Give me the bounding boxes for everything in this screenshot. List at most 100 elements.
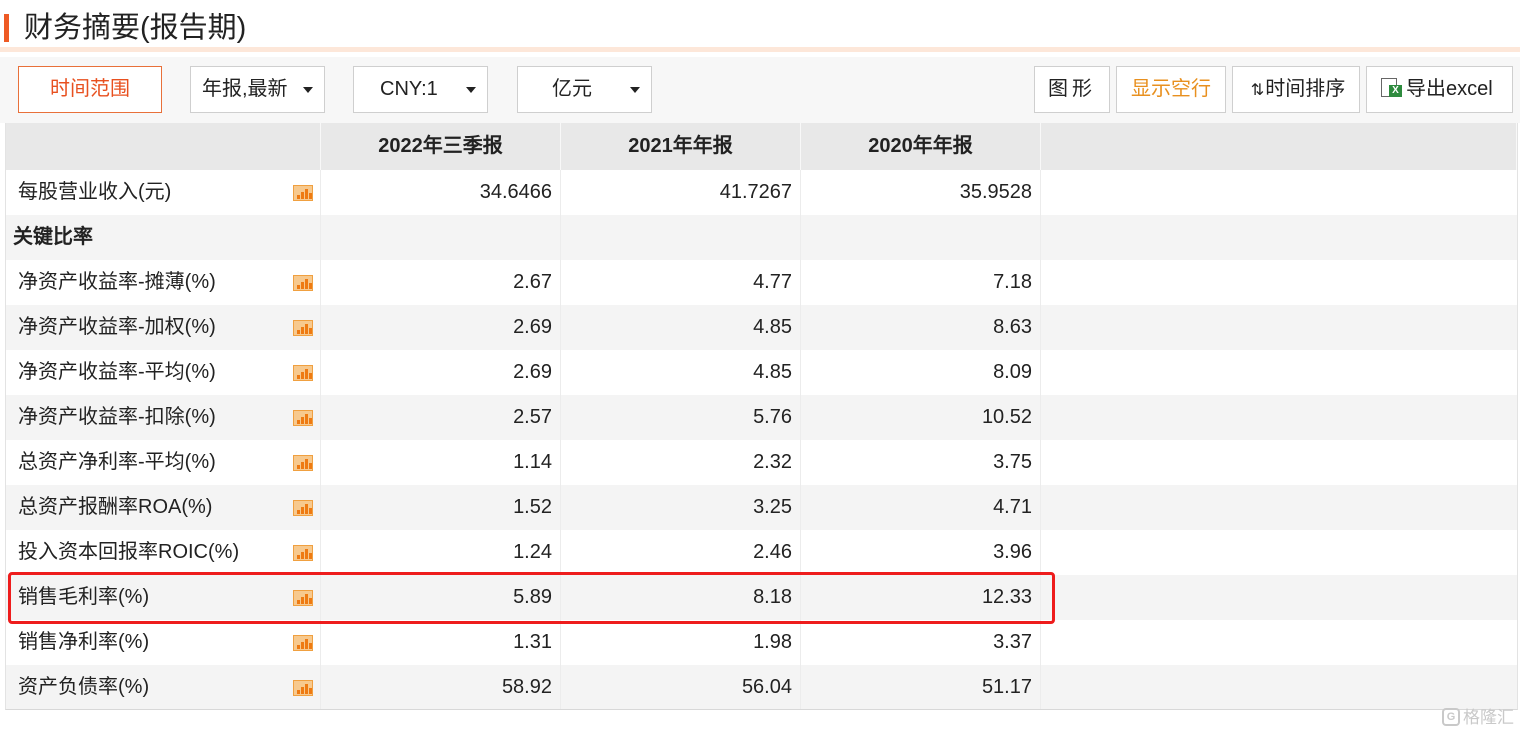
metric-name: 总资产净利率-平均(%): [6, 440, 321, 485]
value-cell: 1.52: [321, 485, 561, 530]
value-cell: 3.75: [801, 440, 1041, 485]
chevron-down-icon: [303, 87, 313, 93]
value-cell: 4.71: [801, 485, 1041, 530]
value-cell: 10.52: [801, 395, 1041, 440]
excel-icon: X: [1381, 78, 1403, 98]
table-row: 销售净利率(%) 1.31 1.98 3.37: [6, 620, 1517, 665]
section-header-row: 关键比率: [6, 215, 1517, 260]
metric-name: 净资产收益率-平均(%): [6, 350, 321, 395]
value-cell: 1.31: [321, 620, 561, 665]
table-row: 总资产报酬率ROA(%) 1.52 3.25 4.71: [6, 485, 1517, 530]
bar-chart-icon[interactable]: [293, 410, 313, 426]
table-row: 投入资本回报率ROIC(%) 1.24 2.46 3.96: [6, 530, 1517, 575]
filler-cell: [1041, 395, 1517, 440]
table-row: 净资产收益率-扣除(%) 2.57 5.76 10.52: [6, 395, 1517, 440]
column-header[interactable]: 2022年三季报: [321, 123, 561, 170]
filler-cell: [1041, 440, 1517, 485]
currency-dropdown[interactable]: CNY:1: [353, 66, 488, 113]
watermark: G 格隆汇: [1442, 707, 1514, 729]
metric-name: 净资产收益率-扣除(%): [6, 395, 321, 440]
export-excel-button[interactable]: X 导出excel: [1366, 66, 1513, 113]
table-row: 净资产收益率-摊薄(%) 2.67 4.77 7.18: [6, 260, 1517, 305]
report-type-dropdown[interactable]: 年报,最新: [190, 66, 325, 113]
bar-chart-icon[interactable]: [293, 275, 313, 291]
value-cell: [321, 215, 561, 260]
filler-cell: [1041, 575, 1517, 620]
table-row: 净资产收益率-平均(%) 2.69 4.85 8.09: [6, 350, 1517, 395]
table-row: 总资产净利率-平均(%) 1.14 2.32 3.75: [6, 440, 1517, 485]
value-cell: 2.57: [321, 395, 561, 440]
bar-chart-icon[interactable]: [293, 365, 313, 381]
value-cell: [561, 215, 801, 260]
gelonghui-logo-icon: G: [1442, 708, 1460, 727]
value-cell: 4.85: [561, 350, 801, 395]
title-accent-bar: [4, 14, 9, 42]
value-cell: 2.46: [561, 530, 801, 575]
value-cell: 35.9528: [801, 170, 1041, 215]
value-cell: 1.14: [321, 440, 561, 485]
value-cell: 8.63: [801, 305, 1041, 350]
value-cell: 34.6466: [321, 170, 561, 215]
metric-name: 每股营业收入(元): [6, 170, 321, 215]
bar-chart-icon[interactable]: [293, 500, 313, 516]
page-title: 财务摘要(报告期): [24, 12, 247, 44]
chevron-down-icon: [466, 87, 476, 93]
value-cell: 4.85: [561, 305, 801, 350]
bar-chart-icon[interactable]: [293, 635, 313, 651]
value-cell: 56.04: [561, 665, 801, 709]
value-cell: 2.69: [321, 350, 561, 395]
highlight-box: [8, 572, 1055, 624]
value-cell: 51.17: [801, 665, 1041, 709]
toolbar: 时间范围 年报,最新 CNY:1 亿元 图形 显示空行 ⇅时间排序 X 导出ex…: [0, 57, 1520, 123]
filler-cell: [1041, 530, 1517, 575]
metric-name: 净资产收益率-摊薄(%): [6, 260, 321, 305]
value-cell: 2.67: [321, 260, 561, 305]
metric-name: 总资产报酬率ROA(%): [6, 485, 321, 530]
time-sort-label: 时间排序: [1265, 78, 1346, 100]
currency-value: CNY:1: [380, 78, 438, 100]
column-header[interactable]: 2021年年报: [561, 123, 801, 170]
filler-cell: [1041, 260, 1517, 305]
value-cell: 5.76: [561, 395, 801, 440]
filler-cell: [1041, 170, 1517, 215]
time-range-button[interactable]: 时间范围: [18, 66, 162, 113]
title-bar: 财务摘要(报告期): [0, 0, 1520, 52]
value-cell: 2.32: [561, 440, 801, 485]
time-sort-button[interactable]: ⇅时间排序: [1232, 66, 1360, 113]
unit-dropdown[interactable]: 亿元: [517, 66, 652, 113]
filler-cell: [1041, 665, 1517, 709]
filler-cell: [1041, 305, 1517, 350]
bar-chart-icon[interactable]: [293, 455, 313, 471]
show-blank-rows-button[interactable]: 显示空行: [1116, 66, 1226, 113]
metric-name: 投入资本回报率ROIC(%): [6, 530, 321, 575]
value-cell: 3.96: [801, 530, 1041, 575]
header-filler-cell: [1041, 123, 1517, 170]
filler-cell: [1041, 215, 1517, 260]
bar-chart-icon[interactable]: [293, 545, 313, 561]
chart-button[interactable]: 图形: [1034, 66, 1110, 113]
filler-cell: [1041, 350, 1517, 395]
bar-chart-icon[interactable]: [293, 680, 313, 696]
value-cell: 7.18: [801, 260, 1041, 305]
metric-name: 净资产收益率-加权(%): [6, 305, 321, 350]
bar-chart-icon[interactable]: [293, 320, 313, 336]
unit-value: 亿元: [552, 78, 592, 100]
bar-chart-icon[interactable]: [293, 185, 313, 201]
column-header[interactable]: 2020年年报: [801, 123, 1041, 170]
table-row: 每股营业收入(元) 34.6466 41.7267 35.9528: [6, 170, 1517, 215]
financial-summary-page: 财务摘要(报告期) 时间范围 年报,最新 CNY:1 亿元 图形 显示空行 ⇅时…: [0, 0, 1520, 735]
value-cell: 8.09: [801, 350, 1041, 395]
report-type-value: 年报,最新: [202, 78, 288, 100]
table-row: 资产负债率(%) 58.92 56.04 51.17: [6, 665, 1517, 709]
filler-cell: [1041, 485, 1517, 530]
table-header-row: 2022年三季报 2021年年报 2020年年报: [6, 123, 1517, 170]
value-cell: [801, 215, 1041, 260]
value-cell: 2.69: [321, 305, 561, 350]
chevron-down-icon: [630, 87, 640, 93]
export-excel-label: 导出excel: [1406, 78, 1493, 100]
value-cell: 41.7267: [561, 170, 801, 215]
value-cell: 58.92: [321, 665, 561, 709]
sort-arrows-icon: ⇅: [1250, 82, 1265, 99]
watermark-text: 格隆汇: [1463, 708, 1514, 727]
value-cell: 4.77: [561, 260, 801, 305]
